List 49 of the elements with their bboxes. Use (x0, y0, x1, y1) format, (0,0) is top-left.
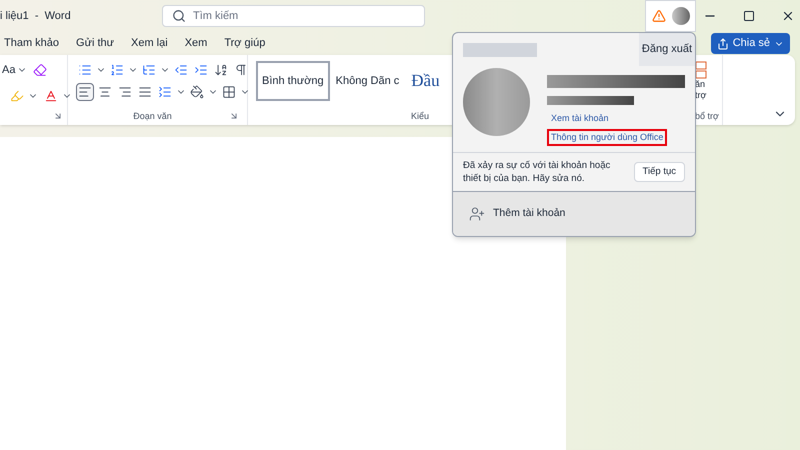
ribbon-tab[interactable]: Gửi thư (76, 35, 114, 52)
align-left-icon (78, 85, 92, 99)
numbering-icon (110, 63, 124, 77)
align-right-icon (118, 85, 132, 99)
line-spacing-icon (158, 85, 172, 99)
account-button[interactable] (645, 0, 696, 32)
ribbon-tab[interactable]: Xem lại (131, 35, 168, 52)
share-icon (716, 38, 729, 50)
add-person-icon (469, 206, 485, 222)
case-button[interactable]: Aa (2, 62, 28, 78)
ribbon-tab[interactable]: Xem (184, 35, 208, 52)
warning-icon (652, 9, 666, 23)
shading-button[interactable] (188, 83, 206, 101)
clear-format-icon (33, 63, 48, 77)
align-left-button[interactable] (76, 83, 94, 101)
style-option[interactable]: Không Dãn c (330, 61, 406, 101)
account-link[interactable]: Thông tin người dùng Office (547, 128, 668, 146)
close-icon (781, 9, 795, 23)
continue-button[interactable]: Tiếp tục (634, 162, 685, 182)
ribbon-tab[interactable]: Trợ giúp (224, 35, 266, 52)
dialog-launcher-icon[interactable] (229, 111, 239, 122)
align-center-icon (98, 85, 112, 99)
decrease-indent-icon (174, 63, 188, 77)
search-field[interactable]: Tìm kiếm (162, 5, 425, 27)
increase-indent-icon (194, 63, 208, 77)
add-account-button[interactable]: Thêm tài khoản (453, 191, 695, 236)
add-in-icon (695, 61, 707, 79)
window-title: i liệu1 - Word (0, 8, 72, 24)
paragraph-mark-icon (234, 63, 248, 77)
font-color-icon (44, 89, 58, 103)
style-option[interactable]: Bình thường (256, 61, 330, 101)
justify-icon (138, 85, 152, 99)
multilevel-list-icon (142, 63, 156, 77)
maximize-icon (743, 10, 755, 22)
borders-icon (222, 85, 236, 99)
sort-icon (214, 63, 228, 77)
highlight-icon (10, 89, 24, 103)
account-link[interactable]: Xem tài khoản (547, 110, 613, 128)
style-option[interactable]: Đầu (405, 61, 446, 101)
dialog-launcher-icon[interactable] (53, 111, 63, 121)
group-label: Đoạn văn (133, 110, 172, 122)
ribbon-tab[interactable]: Tham khảo (4, 35, 60, 52)
sign-out-button[interactable]: Đăng xuất (639, 33, 695, 66)
shading-icon (190, 85, 204, 99)
search-icon (172, 9, 186, 23)
group-label: Kiểu (411, 110, 430, 122)
warning-message: Đã xảy ra sự cố với tài khoản hoặc thiết bị của bạn. Hãy sửa nó. (463, 159, 612, 186)
avatar-icon (672, 7, 690, 25)
share-button[interactable]: Chia sẻ (710, 33, 790, 54)
